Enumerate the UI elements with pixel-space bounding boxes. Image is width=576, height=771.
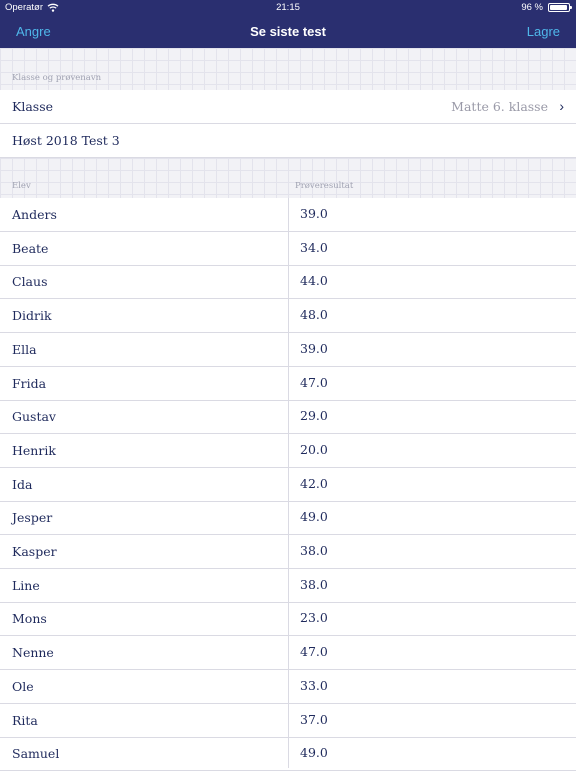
save-button[interactable]: Lagre	[527, 24, 560, 39]
class-section-label: Klasse og prøvenavn	[12, 73, 102, 83]
student-name: Jesper	[12, 510, 53, 526]
student-name: Samuel	[12, 746, 60, 762]
student-score-field[interactable]: 38.0	[300, 543, 328, 558]
student-name: Line	[12, 577, 40, 593]
column-header-student: Elev	[12, 181, 31, 191]
student-score-field[interactable]: 49.0	[300, 745, 328, 760]
battery-fill	[550, 5, 568, 10]
student-score-field[interactable]: 47.0	[300, 644, 328, 659]
student-name: Claus	[12, 274, 48, 290]
test-name-field[interactable]: Høst 2018 Test 3	[0, 124, 576, 158]
student-score-field[interactable]: 42.0	[300, 476, 328, 491]
student-name: Ida	[12, 476, 33, 492]
class-section-header: Klasse og prøvenavn	[0, 48, 576, 90]
student-score-field[interactable]: 29.0	[300, 408, 328, 423]
status-time: 21:15	[276, 2, 300, 13]
column-header-result: Prøveresultat	[295, 181, 354, 191]
student-name: Mons	[12, 611, 47, 627]
student-score-field[interactable]: 47.0	[300, 375, 328, 390]
student-score-field[interactable]: 39.0	[300, 341, 328, 356]
student-name: Anders	[12, 207, 57, 222]
student-score-field[interactable]: 48.0	[300, 307, 328, 322]
test-name-value: Høst 2018 Test 3	[12, 133, 120, 148]
student-score-field[interactable]: 23.0	[300, 610, 328, 625]
student-score-field[interactable]: 38.0	[300, 577, 328, 592]
student-score-field[interactable]: 20.0	[300, 442, 328, 457]
page-title: Se siste test	[250, 24, 326, 39]
student-name: Nenne	[12, 645, 54, 661]
student-score-field[interactable]: 37.0	[300, 712, 328, 727]
student-score-field[interactable]: 49.0	[300, 509, 328, 524]
battery-percent: 96 %	[521, 2, 543, 13]
student-name: Rita	[12, 712, 38, 728]
student-name: Gustav	[12, 409, 56, 425]
results-section-header: Elev Prøveresultat	[0, 158, 576, 198]
student-score-field[interactable]: 34.0	[300, 240, 328, 255]
class-label: Klasse	[12, 99, 54, 114]
class-selector-row[interactable]: Klasse Matte 6. klasse ›	[0, 90, 576, 124]
student-name: Ella	[12, 341, 37, 357]
chevron-right-icon: ›	[559, 98, 564, 114]
student-name: Ole	[12, 678, 34, 694]
student-score-field[interactable]: 39.0	[300, 206, 328, 221]
student-name: Beate	[12, 240, 49, 256]
student-name: Frida	[12, 375, 47, 391]
navigation-bar: Angre Se siste test Lagre	[0, 16, 576, 48]
column-divider	[288, 198, 289, 768]
student-score-field[interactable]: 44.0	[300, 273, 328, 288]
status-bar: Operatør 21:15 96 %	[0, 0, 576, 16]
student-name: Didrik	[12, 308, 52, 324]
battery-icon	[548, 3, 572, 12]
student-score-field[interactable]: 33.0	[300, 678, 328, 693]
class-value: Matte 6. klasse	[451, 99, 548, 114]
student-name: Henrik	[12, 442, 56, 458]
status-right: 96 %	[521, 2, 572, 13]
student-name: Kasper	[12, 544, 57, 559]
